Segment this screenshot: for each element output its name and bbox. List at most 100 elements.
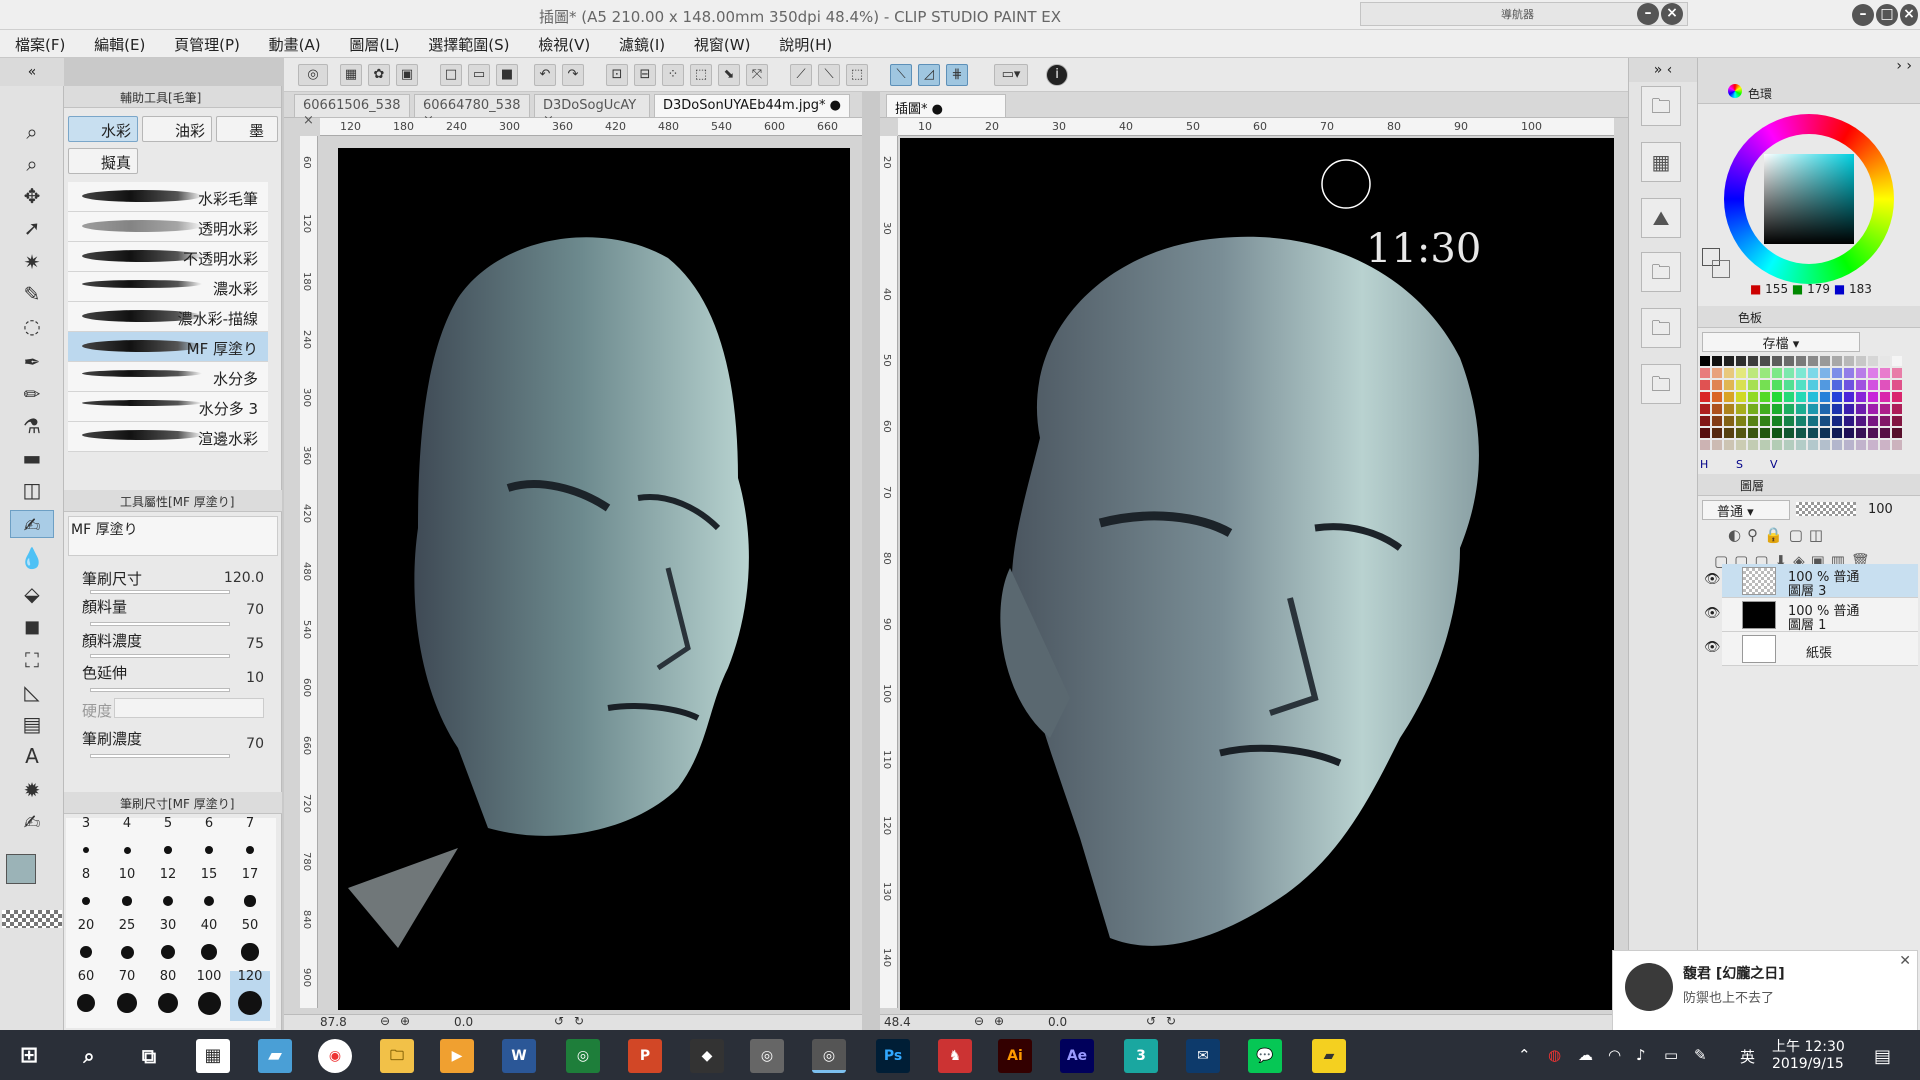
palette-swatch[interactable] (1724, 440, 1734, 450)
pen-icon[interactable]: ✒ (10, 348, 54, 376)
palette-swatch[interactable] (1748, 440, 1758, 450)
palette-swatch[interactable] (1892, 380, 1902, 390)
ruler-icon[interactable]: ⟍ (818, 64, 840, 86)
palette-swatch[interactable] (1808, 368, 1818, 378)
zoom-in-icon[interactable]: ⊕ (400, 1014, 410, 1028)
palette-swatch[interactable] (1856, 416, 1866, 426)
wifi-icon[interactable]: ◠ (1608, 1046, 1621, 1064)
palette-swatch[interactable] (1700, 416, 1710, 426)
palette-swatch[interactable] (1844, 440, 1854, 450)
palette-swatch[interactable] (1712, 416, 1722, 426)
prop-brush-size-value[interactable]: 120.0 (194, 570, 264, 586)
visibility-eye-icon[interactable]: 👁 (1704, 640, 1721, 655)
unity-icon[interactable]: ◆ (690, 1039, 724, 1073)
pencil-icon[interactable]: ✏ (10, 380, 54, 408)
visibility-eye-icon[interactable]: 👁 (1704, 606, 1721, 621)
doc-tab[interactable]: D3DoSogUcAY × (534, 94, 650, 128)
palette-swatch[interactable] (1784, 392, 1794, 402)
palette-swatch[interactable] (1820, 428, 1830, 438)
paint-density-slider[interactable] (90, 654, 230, 658)
lasso-icon[interactable]: ◌ (10, 312, 54, 340)
palette-swatch[interactable] (1892, 416, 1902, 426)
zoom-out-icon[interactable]: ⊖ (380, 1014, 390, 1028)
snap-ruler-icon[interactable]: ⟍ (890, 64, 912, 86)
palette-swatch[interactable] (1868, 392, 1878, 402)
palette-swatch[interactable] (1712, 356, 1722, 366)
windows-start-icon[interactable]: ⊞ (12, 1039, 46, 1073)
palette-swatch[interactable] (1856, 428, 1866, 438)
brush-size-cell[interactable]: 30 (148, 918, 188, 970)
action-center-icon[interactable]: ▤ (1874, 1046, 1891, 1067)
palette-swatch[interactable] (1820, 440, 1830, 450)
palette-swatch[interactable] (1832, 380, 1842, 390)
palette-swatch[interactable] (1856, 380, 1866, 390)
brush-item[interactable]: 濃水彩 (68, 272, 268, 302)
clip-studio-paint-icon[interactable]: ◎ (812, 1039, 846, 1073)
palette-swatch[interactable] (1748, 356, 1758, 366)
palette-swatch[interactable] (1820, 392, 1830, 402)
magic-wand-icon[interactable]: ✷ (10, 248, 54, 276)
texture-icon[interactable]: ▦ (1641, 142, 1681, 182)
brush-size-cell[interactable]: 15 (189, 867, 229, 919)
angle-value[interactable]: 0.0 (1048, 1015, 1067, 1029)
brush-size-cell[interactable]: 25 (107, 918, 147, 970)
layer-row[interactable]: 👁 紙張 (1704, 632, 1918, 666)
tab-watercolor[interactable]: 水彩 (68, 116, 138, 142)
ruler-off-icon[interactable]: ⟋ (790, 64, 812, 86)
color-wheel-icon[interactable] (1728, 84, 1742, 98)
prop-brush-density-value[interactable]: 70 (194, 736, 264, 752)
layer-row[interactable]: 👁 100 % 普通 圖層 3 (1704, 564, 1918, 599)
zoom-in-icon[interactable]: ⊕ (994, 1014, 1004, 1028)
tab-oil[interactable]: 油彩 (142, 116, 212, 142)
palette-swatch[interactable] (1796, 392, 1806, 402)
palette-set-dropdown[interactable]: 存檔 ▾ (1702, 332, 1860, 352)
palette-swatch[interactable] (1736, 440, 1746, 450)
palette-swatch[interactable] (1868, 380, 1878, 390)
brush-item[interactable]: 不透明水彩 (68, 242, 268, 272)
eyedropper-icon[interactable]: ✎ (10, 280, 54, 308)
media-player-icon[interactable]: ▶ (440, 1039, 474, 1073)
opacity-value[interactable]: 100 (1868, 502, 1893, 517)
frame-icon[interactable]: ▤ (10, 710, 54, 738)
close-icon[interactable]: ✕ (1899, 953, 1911, 969)
palette-swatch[interactable] (1880, 356, 1890, 366)
palette-swatch[interactable] (1772, 368, 1782, 378)
menu-view[interactable]: 檢視(V) (523, 30, 599, 55)
app-icon[interactable]: ◎ (566, 1039, 600, 1073)
hsv-label-v[interactable]: V (1770, 458, 1778, 471)
text-icon[interactable]: A (10, 742, 54, 770)
palette-swatch[interactable] (1796, 428, 1806, 438)
palette-swatch[interactable] (1796, 416, 1806, 426)
palette-swatch[interactable] (1892, 356, 1902, 366)
palette-swatch[interactable] (1772, 356, 1782, 366)
brush-size-cell[interactable]: 7 (230, 816, 270, 868)
palette-swatch[interactable] (1748, 404, 1758, 414)
palette-swatch[interactable] (1892, 404, 1902, 414)
brush-size-cell[interactable]: 3 (66, 816, 106, 868)
maximize-button[interactable]: □ (1876, 4, 1898, 26)
brush-size-cell[interactable]: 17 (230, 867, 270, 919)
clear-outside-icon[interactable]: ⊟ (634, 64, 656, 86)
battery-icon[interactable]: ▭ (1664, 1046, 1678, 1064)
line-icon[interactable]: 💬 (1248, 1039, 1282, 1073)
brush-size-cell[interactable]: 50 (230, 918, 270, 970)
powerpoint-icon[interactable]: P (628, 1039, 662, 1073)
brush-item[interactable]: 濃水彩-描線 (68, 302, 268, 332)
menu-edit[interactable]: 編輯(E) (79, 30, 154, 55)
zoom-out-icon[interactable]: ⊖ (974, 1014, 984, 1028)
palette-swatch[interactable] (1736, 416, 1746, 426)
tab-ink[interactable]: 墨 (216, 116, 278, 142)
palette-swatch[interactable] (1736, 428, 1746, 438)
palette-swatch[interactable] (1784, 368, 1794, 378)
palette-swatch[interactable] (1880, 380, 1890, 390)
screen-mode-icon[interactable]: ▭▾ (994, 64, 1028, 86)
mail-icon[interactable]: ✉ (1186, 1039, 1220, 1073)
palette-swatch[interactable] (1736, 368, 1746, 378)
palette-swatch[interactable] (1724, 392, 1734, 402)
snap-icon[interactable]: ⬚ (846, 64, 868, 86)
palette-swatch[interactable] (1820, 416, 1830, 426)
palette-swatch[interactable] (1808, 404, 1818, 414)
palette-swatch[interactable] (1820, 380, 1830, 390)
minimize-button[interactable]: – (1852, 4, 1874, 26)
save-icon[interactable]: ■ (496, 64, 518, 86)
